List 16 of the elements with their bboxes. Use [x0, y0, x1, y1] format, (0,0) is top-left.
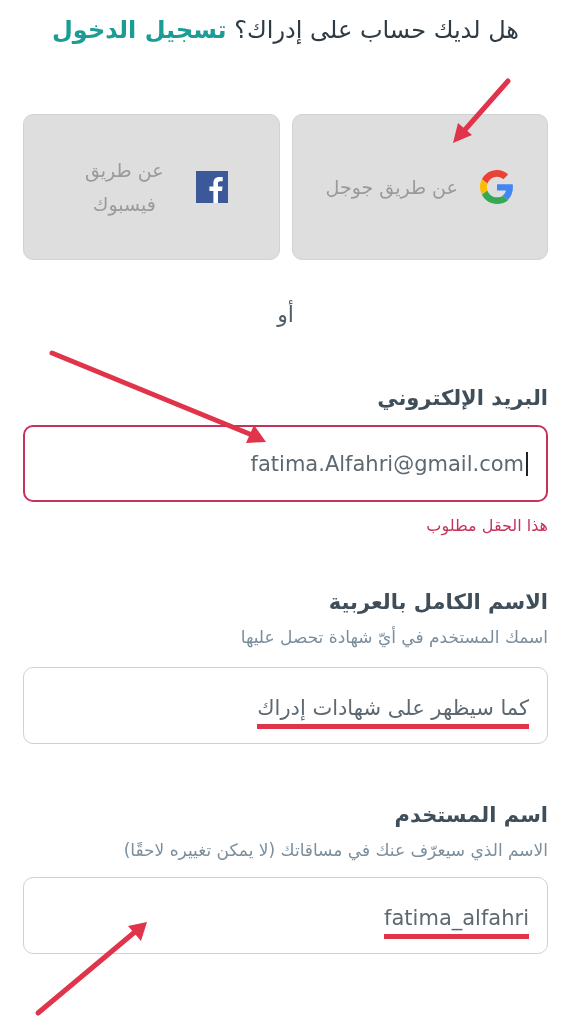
facebook-f-icon: [196, 171, 229, 203]
annotation-arrow: [453, 78, 511, 143]
or-separator: أو: [275, 300, 295, 329]
input-field[interactable]: كما سيظهر على شهادات إدراك: [23, 667, 548, 744]
input-field[interactable]: fatima.Alfahri@gmail.com: [23, 425, 548, 502]
error-message: هذا الحقل مطلوب: [425, 515, 548, 537]
field-label: اسم المستخدم: [393, 802, 548, 829]
text-cursor: [526, 451, 528, 476]
field-label: البريد الإلكتروني: [376, 385, 548, 412]
google-g-icon: [479, 170, 514, 204]
login-prompt: هل لديك حساب على إدراك؟ تسجيل الدخول: [51, 15, 520, 46]
input-field[interactable]: fatima_alfahri: [23, 877, 548, 954]
field-hint: اسمك المستخدم في أيّ شهادة تحصل عليها: [239, 625, 548, 650]
field-hint: الاسم الذي سيعرّف عنك في مساقاتك (لا يمكن تغييره لاحقًا): [122, 839, 548, 863]
login-link[interactable]: تسجيل الدخول: [52, 16, 227, 44]
field-label: الاسم الكامل بالعربية: [327, 589, 548, 616]
